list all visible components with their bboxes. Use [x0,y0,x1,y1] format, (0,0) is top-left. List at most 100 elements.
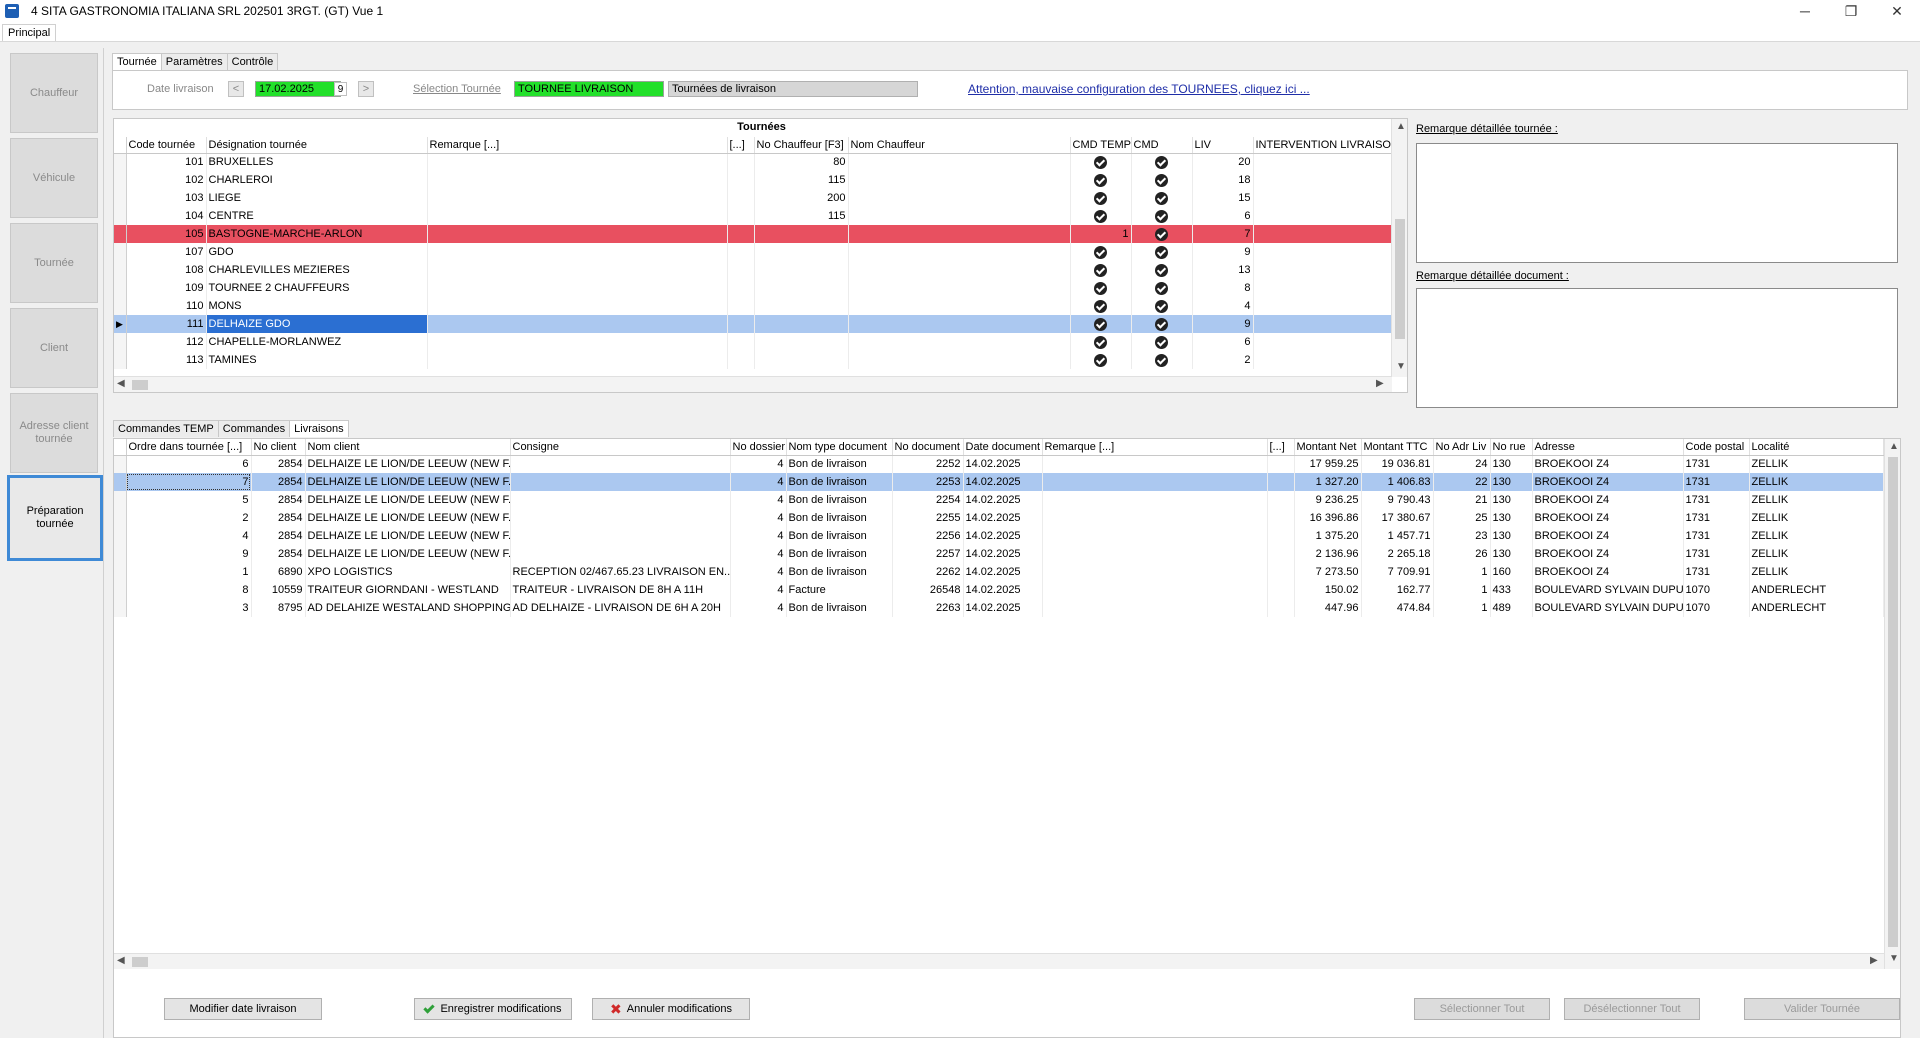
cell-remarque[interactable] [1042,491,1268,509]
cell-no-document[interactable]: 2262 [892,563,964,581]
cell-adresse[interactable]: BROEKOOI Z4 [1532,491,1684,509]
cell-liv[interactable]: 9 [1192,315,1254,333]
table-row[interactable]: 113 TAMINES 2 [114,351,1393,369]
cell-liv[interactable]: 13 [1192,261,1254,279]
cell-adresse[interactable]: BROEKOOI Z4 [1532,527,1684,545]
cell-no-client[interactable]: 6890 [251,563,306,581]
scroll-left-icon[interactable]: ◀ [117,955,125,966]
minimize-button[interactable]: ─ [1782,0,1828,22]
livraisons-vertical-scrollbar[interactable]: ▲ ▼ [1884,439,1900,969]
cell-no-client[interactable]: 2854 [251,509,306,527]
cell-code-tournee[interactable]: 111 [126,315,207,333]
scroll-thumb[interactable] [132,380,148,390]
cell-ordre[interactable]: 2 [126,509,252,527]
table-row[interactable]: 7 2854 DELHAIZE LE LION/DE LEEUW (NEW F...… [114,473,1892,491]
cell-intervention[interactable] [1253,261,1393,279]
col-consigne[interactable]: Consigne [510,439,731,456]
cell-type-document[interactable]: Bon de livraison [786,473,893,491]
table-row[interactable]: 4 2854 DELHAIZE LE LION/DE LEEUW (NEW F...… [114,527,1892,545]
col-montant-ttc[interactable]: Montant TTC [1361,439,1434,456]
row-marker[interactable] [114,527,127,545]
row-marker[interactable] [114,153,127,171]
cell-cmd-temp[interactable] [1070,279,1132,297]
cell-code-postal[interactable]: 1731 [1683,491,1750,509]
cell-date-document[interactable]: 14.02.2025 [963,491,1043,509]
cell-code-postal[interactable]: 1731 [1683,527,1750,545]
cell-date-document[interactable]: 14.02.2025 [963,581,1043,599]
cell-remarque[interactable] [427,171,728,189]
annuler-modifications-button[interactable]: ✖ Annuler modifications [592,998,750,1020]
selection-tournee-label[interactable]: Sélection Tournée [413,83,501,95]
remarque-tournee-textarea[interactable] [1416,143,1898,263]
cell-remarque[interactable] [427,189,728,207]
col-no-adr-liv[interactable]: No Adr Liv [1433,439,1491,456]
cell-montant-ttc[interactable]: 474.84 [1361,599,1434,617]
cell-consigne[interactable] [510,527,731,545]
cell-no-dossier[interactable]: 4 [730,509,787,527]
cell-remarque-more[interactable] [727,171,755,189]
cell-consigne[interactable]: AD DELHAIZE - LIVRAISON DE 6H A 20H [510,599,731,617]
col-nom-type-document[interactable]: Nom type document [786,439,893,456]
cell-nom-chauffeur[interactable] [848,333,1071,351]
cell-remarque-more[interactable] [1267,473,1295,491]
cell-type-document[interactable]: Facture [786,581,893,599]
cell-remarque-more[interactable] [727,153,755,171]
cell-designation[interactable]: DELHAIZE GDO [206,315,428,333]
cell-consigne[interactable] [510,491,731,509]
table-row[interactable]: 101 BRUXELLES 80 20 [114,153,1393,171]
cell-montant-net[interactable]: 2 136.96 [1294,545,1362,563]
cell-cmd-temp[interactable] [1070,351,1132,369]
cell-remarque[interactable] [1042,581,1268,599]
cell-adresse[interactable]: BOULEVARD SYLVAIN DUPUIS [1532,581,1684,599]
cell-designation[interactable]: TAMINES [206,351,428,369]
cell-no-dossier[interactable]: 4 [730,599,787,617]
table-row[interactable]: 6 2854 DELHAIZE LE LION/DE LEEUW (NEW F...… [114,455,1892,473]
row-marker[interactable] [114,171,127,189]
col-nom-client[interactable]: Nom client [305,439,511,456]
cell-cmd[interactable] [1131,333,1193,351]
cell-designation[interactable]: CHARLEVILLES MEZIERES [206,261,428,279]
tournees-type-field[interactable]: Tournées de livraison [668,81,918,97]
cell-liv[interactable]: 2 [1192,351,1254,369]
cell-no-document[interactable]: 26548 [892,581,964,599]
cell-type-document[interactable]: Bon de livraison [786,599,893,617]
col-liv[interactable]: LIV [1192,137,1254,154]
cell-no-client[interactable]: 10559 [251,581,306,599]
cell-ordre[interactable]: 3 [126,599,252,617]
scroll-right-icon[interactable]: ▶ [1870,955,1878,966]
cell-remarque-more[interactable] [727,351,755,369]
table-row[interactable]: 103 LIEGE 200 15 [114,189,1393,207]
row-pointer-icon[interactable]: ▶ [114,315,127,333]
cell-date-document[interactable]: 14.02.2025 [963,545,1043,563]
cell-no-rue[interactable]: 489 [1490,599,1533,617]
cell-no-document[interactable]: 2252 [892,455,964,473]
cell-code-tournee[interactable]: 102 [126,171,207,189]
cell-liv[interactable]: 18 [1192,171,1254,189]
table-row[interactable]: 3 8795 AD DELAHIZE WESTALAND SHOPPING AD DE… [114,599,1892,617]
cell-remarque[interactable] [1042,599,1268,617]
row-marker[interactable] [114,243,127,261]
cell-montant-net[interactable]: 9 236.25 [1294,491,1362,509]
cell-nom-client[interactable]: AD DELAHIZE WESTALAND SHOPPING [305,599,511,617]
tournees-vertical-scrollbar[interactable]: ▲ ▼ [1391,119,1407,377]
cell-code-postal[interactable]: 1731 [1683,545,1750,563]
cell-date-document[interactable]: 14.02.2025 [963,509,1043,527]
cell-nom-chauffeur[interactable] [848,207,1071,225]
cell-intervention[interactable] [1253,297,1393,315]
cell-liv[interactable]: 4 [1192,297,1254,315]
cell-montant-net[interactable]: 1 375.20 [1294,527,1362,545]
tab-commandes[interactable]: Commandes [217,420,291,437]
cell-no-rue[interactable]: 130 [1490,527,1533,545]
configuration-warning-link[interactable]: Attention, mauvaise configuration des TO… [968,82,1310,96]
cell-no-client[interactable]: 2854 [251,527,306,545]
cell-no-chauffeur[interactable] [754,297,849,315]
row-marker[interactable] [114,599,127,617]
cell-nom-client[interactable]: DELHAIZE LE LION/DE LEEUW (NEW F... [305,509,511,527]
cell-nom-chauffeur[interactable] [848,189,1071,207]
cell-montant-ttc[interactable]: 19 036.81 [1361,455,1434,473]
cell-consigne[interactable] [510,545,731,563]
tab-commandes-temp[interactable]: Commandes TEMP [113,420,219,437]
cell-code-tournee[interactable]: 104 [126,207,207,225]
tab-parametres[interactable]: Paramètres [160,53,228,70]
cell-remarque-more[interactable] [1267,491,1295,509]
